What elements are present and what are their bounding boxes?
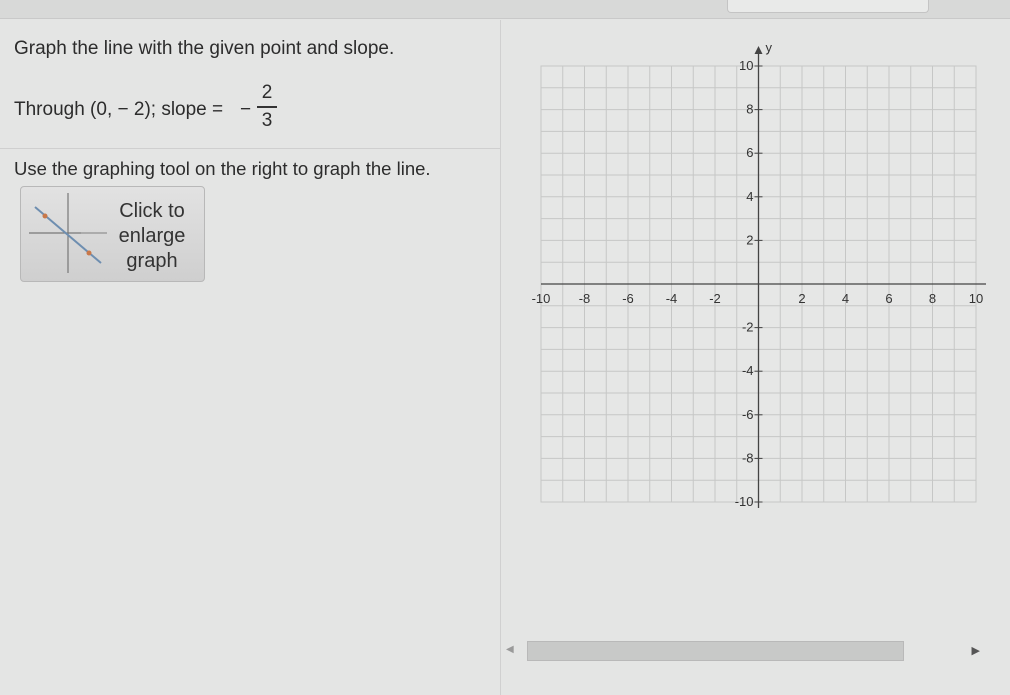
top-tab[interactable] bbox=[727, 0, 929, 13]
x-tick-label: -6 bbox=[622, 291, 634, 306]
y-tick-label: -4 bbox=[742, 363, 754, 378]
enlarge-label: Click to enlarge graph bbox=[107, 199, 197, 274]
y-tick-label: 2 bbox=[746, 232, 753, 247]
y-tick-label: -6 bbox=[742, 407, 754, 422]
enlarge-line3: graph bbox=[126, 250, 178, 272]
x-tick-label: 4 bbox=[842, 291, 849, 306]
y-tick-label: -2 bbox=[742, 320, 754, 335]
y-tick-label: 10 bbox=[739, 58, 753, 73]
divider bbox=[0, 148, 500, 149]
enlarge-line1: Click to bbox=[119, 200, 185, 222]
horizontal-scrollbar[interactable]: ◀ ▶ bbox=[500, 636, 988, 664]
x-tick-label: 10 bbox=[969, 291, 983, 306]
x-tick-label: 8 bbox=[929, 291, 936, 306]
instruction-text: Use the graphing tool on the right to gr… bbox=[14, 158, 431, 179]
slope-fraction: 2 3 bbox=[257, 82, 277, 132]
x-tick-label: -8 bbox=[579, 291, 591, 306]
problem-pane bbox=[0, 20, 500, 695]
coordinate-grid[interactable]: y -10 -8 -6 -4 -2 2 4 6 8 10 10 8 6 4 2 -2 -4 -6 -8 -10 bbox=[501, 20, 1010, 620]
point-slope-text: Through (0, − 2); slope = bbox=[14, 99, 224, 120]
y-tick-label: -10 bbox=[735, 494, 754, 509]
y-tick-label: 8 bbox=[746, 102, 753, 117]
scroll-thumb[interactable] bbox=[527, 641, 904, 661]
slope-sign: − bbox=[240, 99, 252, 120]
y-tick-label: -8 bbox=[742, 450, 754, 465]
x-tick-label: -2 bbox=[709, 291, 721, 306]
x-tick-label: 6 bbox=[885, 291, 892, 306]
graph-thumbnail-icon bbox=[29, 193, 107, 273]
x-tick-label: -4 bbox=[666, 291, 678, 306]
slope-numerator: 2 bbox=[261, 82, 273, 103]
y-axis-label: y bbox=[766, 40, 773, 55]
y-tick-label: 6 bbox=[746, 145, 753, 160]
scroll-right-arrow-icon[interactable]: ▶ bbox=[972, 644, 980, 657]
x-tick-label: 2 bbox=[798, 291, 805, 306]
problem-title: Graph the line with the given point and … bbox=[14, 38, 395, 59]
y-axis-arrow-icon bbox=[754, 46, 763, 54]
enlarge-graph-button[interactable]: Click to enlarge graph bbox=[20, 186, 205, 282]
graph-panel: y -10 -8 -6 -4 -2 2 4 6 8 10 10 8 6 4 2 -2 -4 -6 -8 -10 bbox=[500, 20, 1010, 695]
fraction-bar bbox=[257, 106, 277, 108]
top-bar bbox=[0, 0, 1010, 19]
scroll-left-arrow-icon[interactable]: ◀ bbox=[506, 644, 514, 655]
x-tick-label: -10 bbox=[532, 291, 551, 306]
y-tick-label: 4 bbox=[746, 189, 753, 204]
slope-denominator: 3 bbox=[261, 109, 273, 131]
enlarge-line2: enlarge bbox=[118, 225, 186, 247]
